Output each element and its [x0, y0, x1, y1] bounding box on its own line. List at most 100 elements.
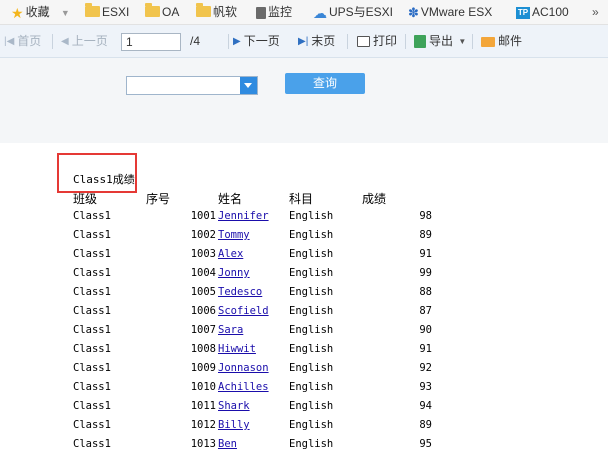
table-row: Class1 1011 Shark English 94	[0, 397, 608, 416]
cell-class: Class1	[73, 362, 111, 374]
table-row: Class1 1010 Achilles English 93	[0, 378, 608, 397]
cell-subject: English	[289, 419, 334, 431]
cell-score: 99	[419, 267, 432, 279]
cell-score: 94	[419, 400, 432, 412]
cell-number: 1004	[190, 267, 216, 279]
page-number-input[interactable]: 1	[121, 33, 181, 51]
first-page-icon: |◀	[4, 35, 15, 47]
cell-score: 91	[419, 248, 432, 260]
cell-score: 90	[419, 324, 432, 336]
cell-class: Class1	[73, 438, 111, 450]
report-title: Class1成绩	[73, 173, 135, 186]
bookmark-ac100[interactable]: TP AC100	[516, 0, 569, 24]
cell-subject: English	[289, 324, 334, 336]
export-icon	[414, 35, 426, 49]
dropdown-arrow-icon[interactable]	[240, 77, 257, 94]
cell-subject: English	[289, 343, 334, 355]
folder-icon	[85, 3, 100, 18]
cell-name[interactable]: Achilles	[218, 378, 269, 397]
cell-subject: English	[289, 229, 334, 241]
cell-score: 95	[419, 438, 432, 450]
table-row: Class1 1013 Ben English 95	[0, 435, 608, 454]
cell-class: Class1	[73, 343, 111, 355]
star-icon: ★	[11, 4, 24, 21]
cell-name[interactable]: Jonnason	[218, 359, 269, 378]
bookmarks-overflow-icon[interactable]: »	[592, 0, 599, 24]
cell-name[interactable]: Billy	[218, 416, 250, 435]
table-row: Class1 1001 Jennifer English 98	[0, 207, 608, 226]
table-row: Class1 1003 Alex English 91	[0, 245, 608, 264]
cell-name[interactable]: Scofield	[218, 302, 269, 321]
bookmark-monitor[interactable]: 监控	[256, 0, 292, 24]
last-page-button[interactable]: ▶| 末页	[298, 25, 335, 57]
bookmark-oa[interactable]: OA	[145, 0, 179, 24]
cell-class: Class1	[73, 419, 111, 431]
bookmarks-bar: ★ 收藏 ▼ ESXI OA 帆软 监控 ☁ UPS与ESXI ✽ VMware ES…	[0, 0, 608, 25]
cell-number: 1011	[190, 400, 216, 412]
cell-subject: English	[289, 381, 334, 393]
cell-name[interactable]: Hiwwit	[218, 340, 256, 359]
folder-icon	[145, 3, 160, 18]
folder-icon	[196, 3, 211, 18]
mail-button[interactable]: 邮件	[481, 25, 522, 57]
cell-name[interactable]: Sara	[218, 321, 243, 340]
cell-number: 1007	[190, 324, 216, 336]
cell-name[interactable]: Jonny	[218, 264, 250, 283]
page-icon	[256, 6, 266, 19]
cell-subject: English	[289, 305, 334, 317]
cell-name[interactable]: Jennifer	[218, 207, 269, 226]
cell-name[interactable]: Ben	[218, 435, 237, 454]
bookmark-ups-esxi[interactable]: ☁ UPS与ESXI	[313, 0, 393, 24]
bookmark-esxi[interactable]: ESXI	[85, 0, 129, 24]
cell-number: 1001	[190, 210, 216, 222]
mail-icon	[481, 36, 495, 47]
toolbar-divider	[228, 34, 229, 49]
cell-number: 1003	[190, 248, 216, 260]
cell-subject: English	[289, 438, 334, 450]
prev-page-icon: ◀	[61, 35, 69, 47]
cell-subject: English	[289, 400, 334, 412]
table-row: Class1 1004 Jonny English 99	[0, 264, 608, 283]
cell-number: 1012	[190, 419, 216, 431]
cell-class: Class1	[73, 400, 111, 412]
bookmark-vmware-esx[interactable]: ✽ VMware ESX	[408, 0, 492, 24]
cell-name[interactable]: Tedesco	[218, 283, 262, 302]
toolbar-divider	[472, 34, 473, 49]
class-dropdown[interactable]	[126, 76, 258, 95]
query-button[interactable]: 查询	[285, 73, 365, 94]
query-panel	[0, 58, 608, 143]
cell-class: Class1	[73, 248, 111, 260]
cell-subject: English	[289, 267, 334, 279]
cell-name[interactable]: Alex	[218, 245, 243, 264]
prev-page-button[interactable]: ◀ 上一页	[61, 25, 108, 57]
first-page-button[interactable]: |◀ 首页	[4, 25, 41, 57]
cell-name[interactable]: Tommy	[218, 226, 250, 245]
column-header-score: 成绩	[362, 192, 387, 206]
cell-name[interactable]: Shark	[218, 397, 250, 416]
export-button[interactable]: 导出 ▼	[414, 25, 469, 57]
toolbar-divider	[405, 34, 406, 49]
cell-score: 98	[419, 210, 432, 222]
cell-score: 91	[419, 343, 432, 355]
cell-subject: English	[289, 286, 334, 298]
table-row: Class1 1009 Jonnason English 92	[0, 359, 608, 378]
cell-number: 1005	[190, 286, 216, 298]
cell-number: 1009	[190, 362, 216, 374]
cell-class: Class1	[73, 267, 111, 279]
next-page-icon: ▶	[233, 35, 241, 47]
table-row: Class1 1005 Tedesco English 88	[0, 283, 608, 302]
chevron-down-icon[interactable]: ▼	[61, 1, 70, 25]
cell-class: Class1	[73, 229, 111, 241]
next-page-button[interactable]: ▶ 下一页	[233, 25, 280, 57]
bookmark-fanruan[interactable]: 帆软	[196, 0, 237, 24]
cloud-icon: ☁	[313, 4, 327, 21]
cell-class: Class1	[73, 210, 111, 222]
bookmark-favorites[interactable]: ★ 收藏 ▼	[11, 0, 72, 24]
cell-class: Class1	[73, 305, 111, 317]
cell-score: 92	[419, 362, 432, 374]
print-button[interactable]: 打印	[357, 25, 397, 57]
report-toolbar: |◀ 首页 ◀ 上一页 /4 ▶ 下一页 ▶| 末页 打印 导出 ▼ 邮件	[0, 25, 608, 58]
last-page-icon: ▶|	[298, 35, 309, 47]
cell-score: 89	[419, 229, 432, 241]
column-header-name: 姓名	[218, 192, 243, 206]
